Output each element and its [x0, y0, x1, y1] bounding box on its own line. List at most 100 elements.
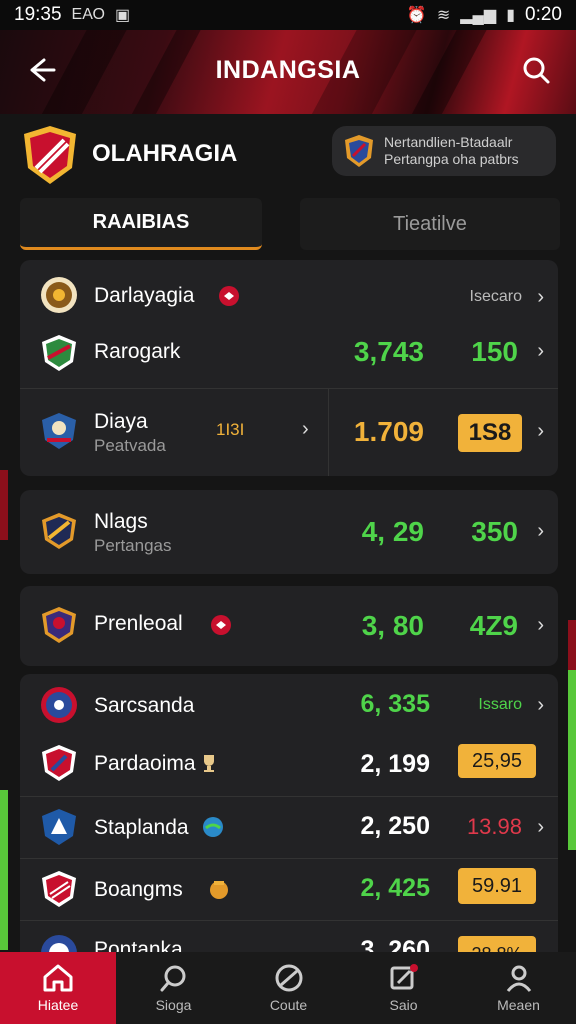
nav-label: Meaen [497, 997, 540, 1013]
primary-value: 6, 335 [360, 690, 430, 718]
details-link[interactable]: Isecaro [470, 288, 522, 306]
app-header: INDANGSIA [0, 30, 576, 114]
fire-icon [211, 615, 231, 635]
match-card-3[interactable]: Prenleoal 3, 80 4Z9 › [20, 586, 558, 666]
edit-icon [390, 964, 418, 990]
primary-value: 2, 250 [360, 812, 430, 840]
team-badge-icon [42, 413, 76, 449]
team-name-label: Pardaoima [94, 752, 196, 775]
medal-icon [210, 881, 228, 899]
secondary-value: 13.98 [466, 814, 522, 839]
team-subtitle: Pertangas [94, 536, 172, 555]
team-name-label: Nlags [94, 510, 148, 533]
team-badge-icon [42, 745, 76, 781]
odds-badge[interactable]: 25,95 [458, 744, 536, 778]
primary-value: 2, 199 [360, 750, 430, 778]
team-name-label: Prenleoal [94, 612, 183, 635]
list-item[interactable]: Rarogark 3,743 150 › [20, 320, 558, 386]
search-icon [160, 965, 185, 992]
team-badge-icon [42, 607, 76, 643]
chevron-right-icon: › [537, 520, 544, 542]
nav-label: Sioga [155, 997, 192, 1013]
primary-value: 3,743 [353, 336, 424, 367]
match-card-2[interactable]: Nlags Pertangas 4, 29 350 › [20, 490, 558, 574]
team-name: OLAHRAGIA [92, 140, 238, 167]
team-badge-icon [41, 687, 77, 723]
alarm-icon: ⏰ [406, 7, 427, 24]
search-icon [523, 57, 550, 84]
primary-value: 4, 29 [361, 516, 424, 547]
chevron-right-icon: › [537, 286, 544, 308]
trophy-icon [204, 755, 214, 772]
secondary-value: 350 [471, 516, 518, 547]
team-name-label: Rarogark [94, 340, 181, 363]
tab-inactive[interactable]: Tieatilve [300, 198, 560, 250]
tab-bar: RAAIBIAS Tieatilve [20, 198, 560, 252]
team-name-label: Boangms [94, 878, 183, 901]
list-item[interactable]: Sarcsanda 6, 335 Issaro › [20, 674, 558, 736]
team-badge-icon [42, 335, 76, 371]
chevron-right-icon: › [537, 816, 544, 838]
status-bar: 19:35 ЕАО ▣ ⏰ ≋ ▂▄▆ ▮ 0:20 [0, 0, 576, 30]
list-item[interactable]: Diaya Peatvada 1I3I › 1.709 1S8 › [20, 388, 558, 476]
primary-value: 2, 425 [360, 874, 430, 902]
details-link[interactable]: Issaro [478, 696, 522, 714]
home-icon [43, 964, 73, 992]
promo-line-2: Pertangpa oha patbrs [384, 151, 519, 167]
team-name-label: Staplanda [94, 816, 189, 839]
battery-time: 0:20 [525, 4, 562, 25]
nav-label: Hiatee [37, 997, 79, 1013]
team-name-label: Darlayagia [94, 284, 195, 307]
odds-badge[interactable]: 1S8 [458, 414, 522, 452]
odds-badge[interactable]: 59.91 [458, 868, 536, 904]
primary-value: 3, 80 [361, 610, 424, 641]
promo-shield-icon [345, 135, 373, 167]
team-name-label: Diaya [94, 410, 148, 433]
team-shield-logo [24, 126, 76, 184]
nav-search[interactable]: Sioga [116, 952, 231, 1024]
bottom-nav: Hiatee Sioga Coute Saio Meaen [0, 952, 576, 1024]
promo-banner[interactable]: Nertandlien-Btadaalr Pertangpa oha patbr… [332, 126, 556, 176]
list-item[interactable]: Staplanda 2, 250 13.98 › [20, 796, 558, 858]
nav-bets[interactable]: Saio [346, 952, 461, 1024]
primary-value: 1.709 [353, 416, 424, 447]
match-card-1: Darlayagia Isecaro › Rarogark 3,743 150 … [20, 260, 558, 476]
team-badge-icon [41, 277, 77, 313]
signal-icon: ▂▄▆ [460, 7, 497, 24]
page-title: INDANGSIA [215, 56, 361, 84]
battery-icon: ▮ [506, 7, 516, 24]
nav-label: Saio [389, 997, 418, 1013]
side-accent-green-left [0, 790, 8, 950]
secondary-value: 150 [471, 336, 518, 367]
carrier-label: ЕАО [71, 6, 105, 23]
nav-home[interactable]: Hiatee [0, 952, 116, 1024]
match-card-4: Sarcsanda 6, 335 Issaro › Pardaoima 2, 1… [20, 674, 558, 964]
team-badge-icon [42, 809, 76, 845]
chevron-right-icon: › [537, 420, 544, 442]
secondary-value: 4Z9 [469, 610, 518, 641]
status-time: 19:35 [14, 4, 62, 25]
team-subtitle: Peatvada [94, 436, 166, 455]
tab-active[interactable]: RAAIBIAS [20, 198, 262, 250]
side-accent-green-right [568, 670, 576, 850]
user-icon [506, 965, 531, 992]
side-accent-red-left [0, 470, 8, 540]
fire-icon [219, 286, 239, 306]
chevron-right-icon: › [537, 694, 544, 716]
nav-scores[interactable]: Coute [231, 952, 346, 1024]
mini-stat: 1I3I [216, 420, 245, 439]
list-item[interactable]: Pardaoima 2, 199 25,95 [20, 736, 558, 796]
list-item[interactable]: Boangms 2, 425 59.91 [20, 858, 558, 918]
search-button[interactable] [516, 50, 556, 90]
nav-profile[interactable]: Meaen [461, 952, 576, 1024]
notification-icon: ▣ [114, 7, 131, 24]
team-badge-icon [42, 871, 76, 907]
team-header: OLAHRAGIA Nertandlien-Btadaalr Pertangpa… [0, 114, 576, 194]
promo-line-1: Nertandlien-Btadaalr [384, 134, 513, 150]
wifi-icon: ≋ [436, 7, 451, 24]
chevron-right-icon: › [537, 340, 544, 362]
globe-icon [203, 817, 223, 837]
team-name-label: Sarcsanda [94, 694, 195, 717]
chevron-right-icon: › [302, 418, 309, 440]
ball-icon [275, 964, 302, 992]
